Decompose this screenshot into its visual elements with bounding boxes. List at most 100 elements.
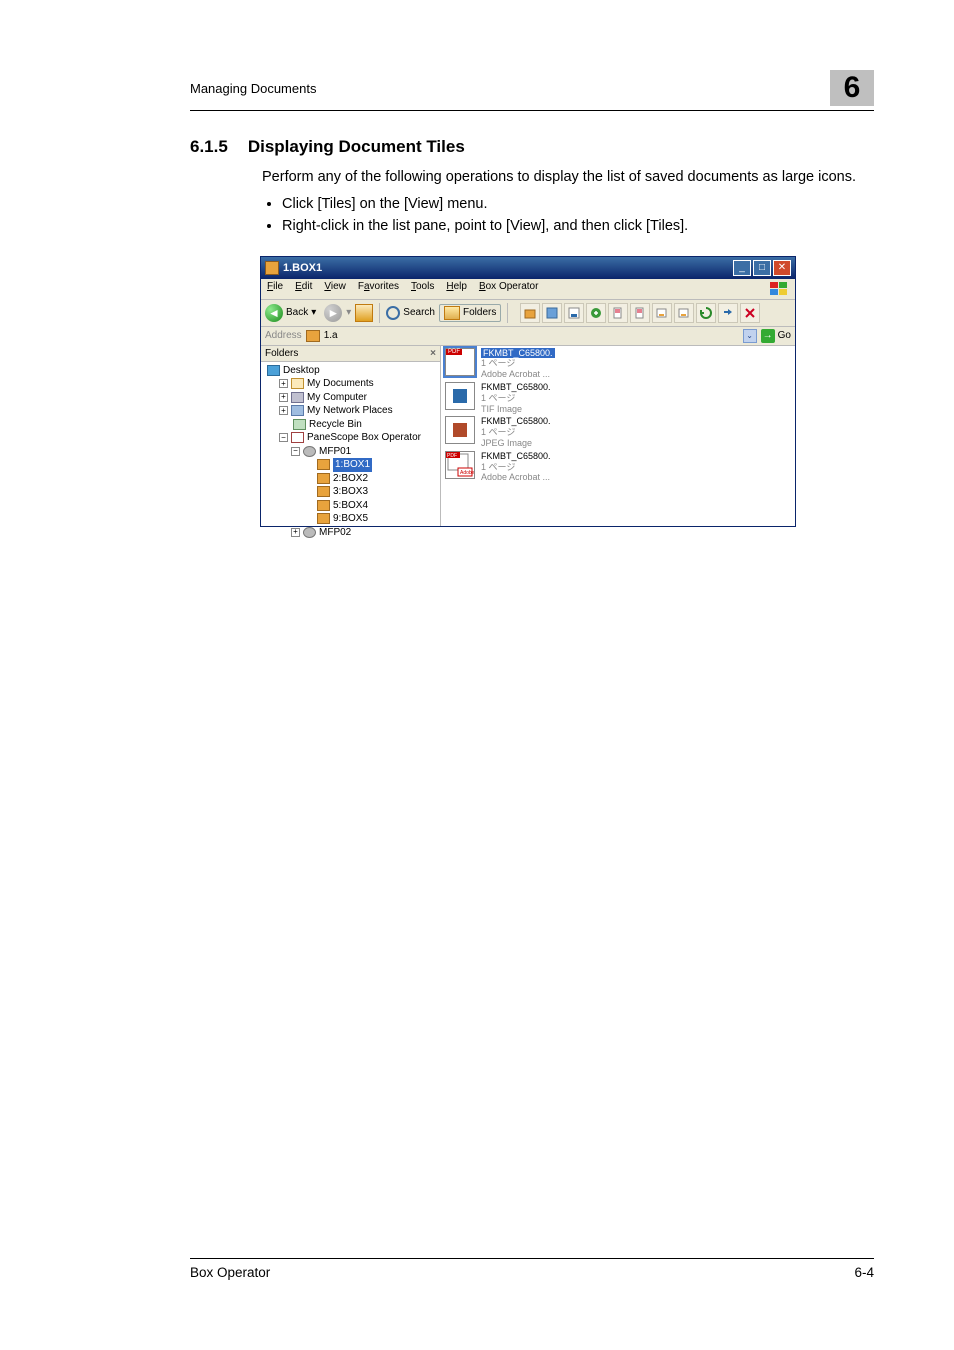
explorer-window: 1.BOX1 _ □ ✕ File Edit View Favorites To… <box>260 256 796 527</box>
tile-name: FKMBT_C65800. <box>481 348 555 359</box>
tree-node-recycle[interactable]: Recycle Bin <box>267 418 434 432</box>
box-icon <box>317 500 330 511</box>
back-label: Back <box>286 307 308 318</box>
go-icon: → <box>761 329 775 343</box>
document-tile[interactable]: PDFAdobe FKMBT_C65800.1 ページAdobe Acrobat… <box>445 451 791 483</box>
tree-node-desktop[interactable]: Desktop <box>267 364 434 378</box>
window-titlebar[interactable]: 1.BOX1 _ □ ✕ <box>261 257 795 279</box>
chapter-number: 6 <box>830 70 874 106</box>
folders-button[interactable]: Folders <box>439 304 501 322</box>
expand-icon[interactable]: + <box>279 379 288 388</box>
expand-icon[interactable]: + <box>291 528 300 537</box>
tree-node-mydocs[interactable]: +My Documents <box>267 377 434 391</box>
menu-view[interactable]: View <box>324 281 346 297</box>
folders-icon <box>444 306 460 320</box>
tree-node-mycomputer[interactable]: +My Computer <box>267 391 434 405</box>
desktop-icon <box>267 365 280 376</box>
tree-node-box3[interactable]: 3:BOX3 <box>267 485 434 499</box>
toolbar-icon-9[interactable] <box>696 303 716 323</box>
tile-type: TIF Image <box>481 404 551 415</box>
menu-file[interactable]: File <box>267 281 283 297</box>
menu-tools[interactable]: Tools <box>411 281 434 297</box>
pdf-thumbnail-icon: PDFAdobe <box>445 451 475 479</box>
search-icon <box>386 306 400 320</box>
svg-text:PDF: PDF <box>447 453 457 459</box>
printer-icon <box>303 446 316 457</box>
maximize-button[interactable]: □ <box>753 260 771 276</box>
address-label: Address <box>265 330 302 341</box>
network-icon <box>291 405 304 416</box>
toolbar-icon-3[interactable] <box>564 303 584 323</box>
tree-node-network[interactable]: +My Network Places <box>267 404 434 418</box>
toolbar-separator <box>507 303 508 323</box>
tree-node-box5[interactable]: 9:BOX5 <box>267 512 434 526</box>
toolbar-icon-6[interactable] <box>630 303 650 323</box>
address-dropdown[interactable]: ⌄ <box>743 329 757 343</box>
printer-icon <box>303 527 316 538</box>
folders-label: Folders <box>463 307 496 318</box>
expand-icon[interactable]: + <box>279 406 288 415</box>
tile-type: JPEG Image <box>481 438 551 449</box>
go-button[interactable]: → Go <box>761 329 791 343</box>
tree-node-box4[interactable]: 5:BOX4 <box>267 499 434 513</box>
collapse-icon[interactable]: − <box>291 447 300 456</box>
tree-node-scope[interactable]: −PaneScope Box Operator <box>267 431 434 445</box>
folder-icon <box>265 261 279 275</box>
menu-boxoperator[interactable]: Box Operator <box>479 281 538 297</box>
collapse-icon[interactable]: − <box>279 433 288 442</box>
toolbar-icon-2[interactable] <box>542 303 562 323</box>
section-title: Displaying Document Tiles <box>248 137 465 157</box>
menubar: File Edit View Favorites Tools Help Box … <box>261 279 795 300</box>
toolbar-icon-7[interactable] <box>652 303 672 323</box>
go-label: Go <box>778 330 791 341</box>
locked-box-icon <box>317 473 330 484</box>
toolbar-icon-11[interactable] <box>740 303 760 323</box>
box-icon <box>317 513 330 524</box>
search-label: Search <box>403 307 435 318</box>
window-title: 1.BOX1 <box>283 262 733 274</box>
chevron-down-icon: ▾ <box>311 307 316 318</box>
close-button[interactable]: ✕ <box>773 260 791 276</box>
tile-type: Adobe Acrobat ... <box>481 472 551 483</box>
menu-help[interactable]: Help <box>446 281 467 297</box>
header-rule <box>190 110 874 111</box>
tile-name: FKMBT_C65800. <box>481 416 551 427</box>
toolbar-icon-10[interactable] <box>718 303 738 323</box>
jpeg-thumbnail-icon <box>445 416 475 444</box>
tile-name: FKMBT_C65800. <box>481 451 551 462</box>
menu-edit[interactable]: Edit <box>295 281 312 297</box>
folder-icon <box>291 378 304 389</box>
back-icon: ◄ <box>265 304 283 322</box>
minimize-button[interactable]: _ <box>733 260 751 276</box>
chevron-down-icon: ▾ <box>346 307 351 318</box>
expand-icon[interactable]: + <box>279 393 288 402</box>
windows-logo-icon <box>769 281 789 297</box>
breadcrumb: Managing Documents <box>190 81 316 96</box>
up-button[interactable] <box>355 304 373 322</box>
tile-pages: 1 ページ <box>481 393 551 404</box>
forward-button[interactable]: ► <box>324 304 342 322</box>
toolbar-icon-5[interactable] <box>608 303 628 323</box>
tile-pane[interactable]: PDF FKMBT_C65800.1 ページAdobe Acrobat ... … <box>441 346 795 526</box>
tree-node-mfp01[interactable]: −MFP01 <box>267 445 434 459</box>
toolbar-icon-8[interactable] <box>674 303 694 323</box>
tree-node-mfp02[interactable]: +MFP02 <box>267 526 434 540</box>
pdf-thumbnail-icon: PDF <box>445 348 475 376</box>
tree-node-box1[interactable]: 1:BOX1 <box>267 458 434 472</box>
document-tile[interactable]: PDF FKMBT_C65800.1 ページAdobe Acrobat ... <box>445 348 791 380</box>
scope-icon <box>291 432 304 443</box>
document-tile[interactable]: FKMBT_C65800.1 ページJPEG Image <box>445 416 791 448</box>
tile-pages: 1 ページ <box>481 462 551 473</box>
toolbar-icon-1[interactable] <box>520 303 540 323</box>
address-value[interactable]: 1.a <box>324 330 739 341</box>
tile-pages: 1 ページ <box>481 358 555 369</box>
toolbar-icon-4[interactable] <box>586 303 606 323</box>
bullet-item: Click [Tiles] on the [View] menu. <box>282 193 874 215</box>
document-tile[interactable]: FKMBT_C65800.1 ページTIF Image <box>445 382 791 414</box>
back-button[interactable]: ◄ Back ▾ <box>265 304 320 322</box>
folders-tree-pane: Folders × Desktop +My Documents +My Comp… <box>261 346 441 526</box>
tree-node-box2[interactable]: 2:BOX2 <box>267 472 434 486</box>
search-button[interactable]: Search <box>386 306 435 320</box>
menu-favorites[interactable]: Favorites <box>358 281 399 297</box>
tree-close-button[interactable]: × <box>430 348 436 359</box>
